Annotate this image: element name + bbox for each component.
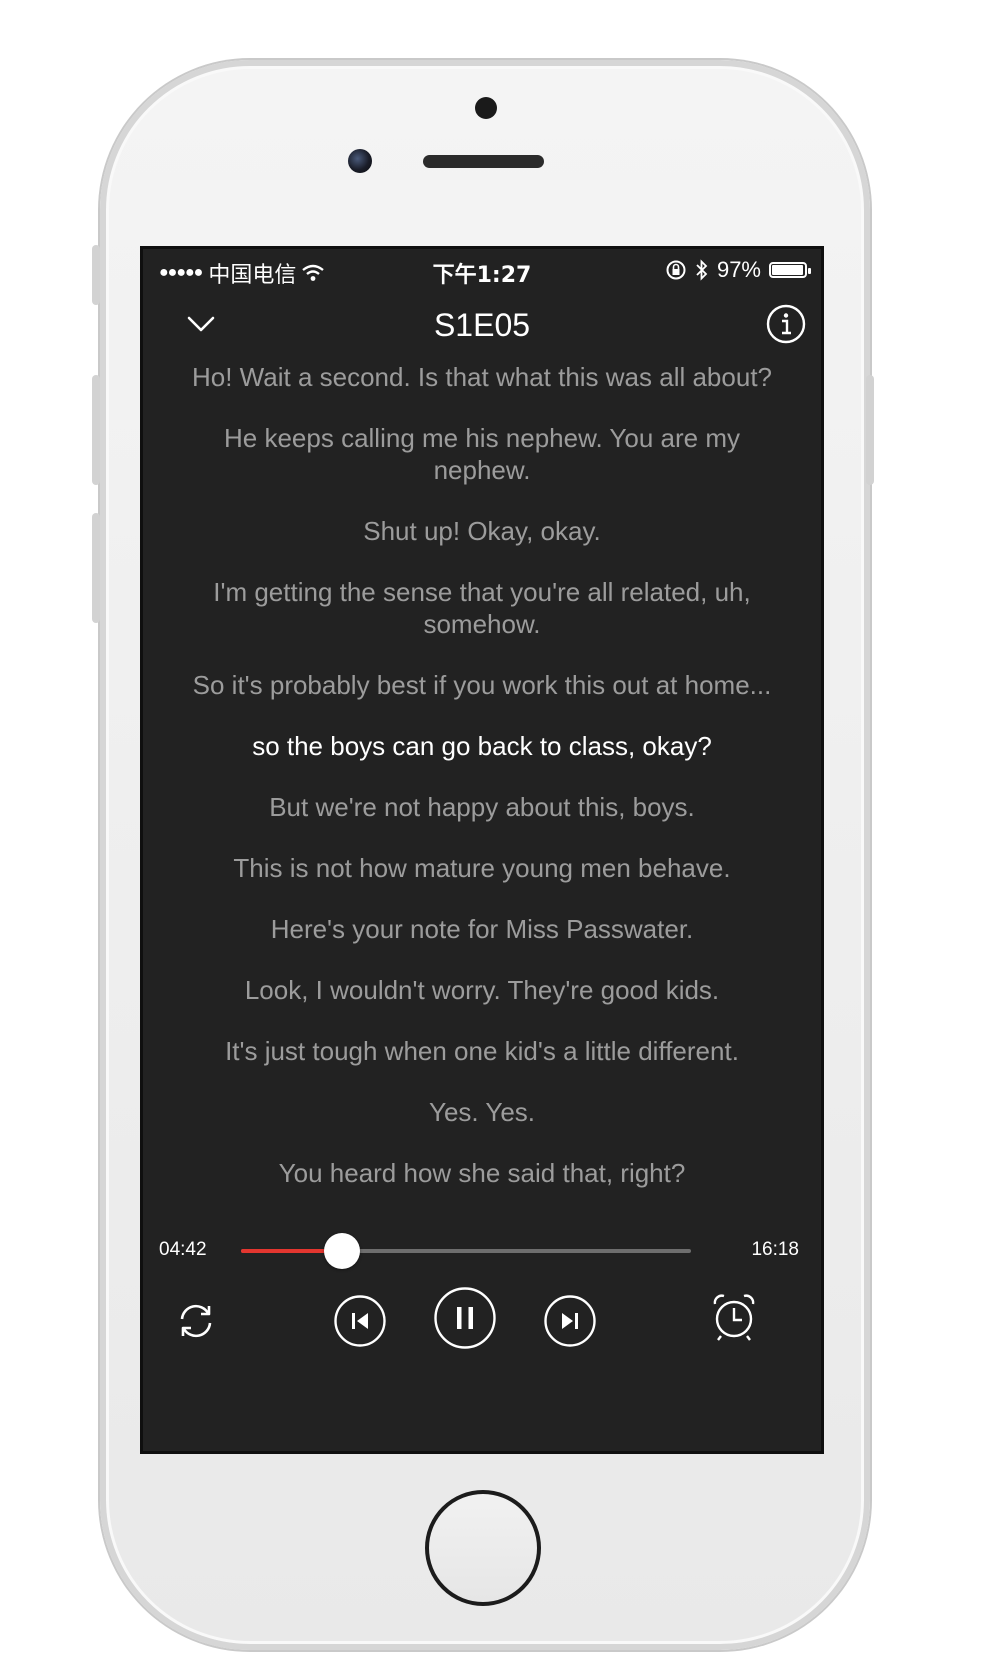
skip-previous-icon[interactable] bbox=[333, 1294, 387, 1348]
subtitle-line[interactable]: This is not how mature young men behave. bbox=[163, 852, 801, 884]
playback-progress: 04:42 16:18 bbox=[143, 1229, 821, 1269]
front-camera bbox=[348, 149, 372, 173]
subtitle-line[interactable]: Here's your note for Miss Passwater. bbox=[163, 913, 801, 945]
alarm-clock-icon[interactable] bbox=[711, 1292, 757, 1342]
elapsed-time: 04:42 bbox=[159, 1239, 207, 1260]
subtitle-line[interactable]: It's just tough when one kid's a little … bbox=[163, 1035, 801, 1067]
subtitle-line[interactable]: Yes. Yes. bbox=[163, 1096, 801, 1128]
progress-track[interactable] bbox=[241, 1233, 691, 1269]
battery-icon bbox=[769, 262, 811, 278]
repeat-icon[interactable] bbox=[175, 1300, 217, 1342]
volume-up-button bbox=[92, 375, 100, 485]
home-button[interactable] bbox=[425, 1490, 541, 1606]
progress-thumb[interactable] bbox=[323, 1233, 360, 1269]
subtitle-line-active[interactable]: so the boys can go back to class, okay? bbox=[163, 730, 801, 762]
status-bar: ●●●●● 中国电信 下午1:27 97% bbox=[143, 249, 821, 293]
subtitle-line[interactable]: But we're not happy about this, boys. bbox=[163, 791, 801, 823]
status-right: 97% bbox=[665, 257, 811, 283]
nav-bar: S1E05 bbox=[143, 293, 821, 355]
total-time: 16:18 bbox=[751, 1239, 799, 1260]
subtitle-list[interactable]: Ho! Wait a second. Is that what this was… bbox=[163, 361, 801, 1201]
mute-switch bbox=[92, 245, 100, 305]
info-icon[interactable] bbox=[765, 303, 807, 345]
pause-icon[interactable] bbox=[433, 1286, 497, 1350]
playback-controls bbox=[143, 1284, 821, 1364]
subtitle-line[interactable]: Shut up! Okay, okay. bbox=[163, 515, 801, 547]
app-screen: ●●●●● 中国电信 下午1:27 97% S1E05 Ho! Wait a s… bbox=[140, 246, 824, 1454]
skip-next-icon[interactable] bbox=[543, 1294, 597, 1348]
subtitle-line[interactable]: He keeps calling me his nephew. You are … bbox=[163, 422, 801, 486]
subtitle-line[interactable]: Ho! Wait a second. Is that what this was… bbox=[163, 361, 801, 393]
battery-level bbox=[772, 265, 803, 275]
subtitle-line[interactable]: I'm getting the sense that you're all re… bbox=[163, 576, 801, 640]
volume-down-button bbox=[92, 513, 100, 623]
subtitle-line[interactable]: You heard how she said that, right? bbox=[163, 1157, 801, 1189]
proximity-sensor bbox=[475, 97, 497, 119]
bluetooth-icon bbox=[696, 259, 708, 281]
subtitle-line[interactable]: So it's probably best if you work this o… bbox=[163, 669, 801, 701]
subtitle-line[interactable]: Look, I wouldn't worry. They're good kid… bbox=[163, 974, 801, 1006]
battery-percent: 97% bbox=[716, 257, 761, 282]
orientation-lock-icon bbox=[666, 260, 686, 280]
power-button bbox=[866, 375, 874, 485]
episode-title: S1E05 bbox=[433, 307, 531, 343]
earpiece-speaker bbox=[423, 155, 544, 168]
